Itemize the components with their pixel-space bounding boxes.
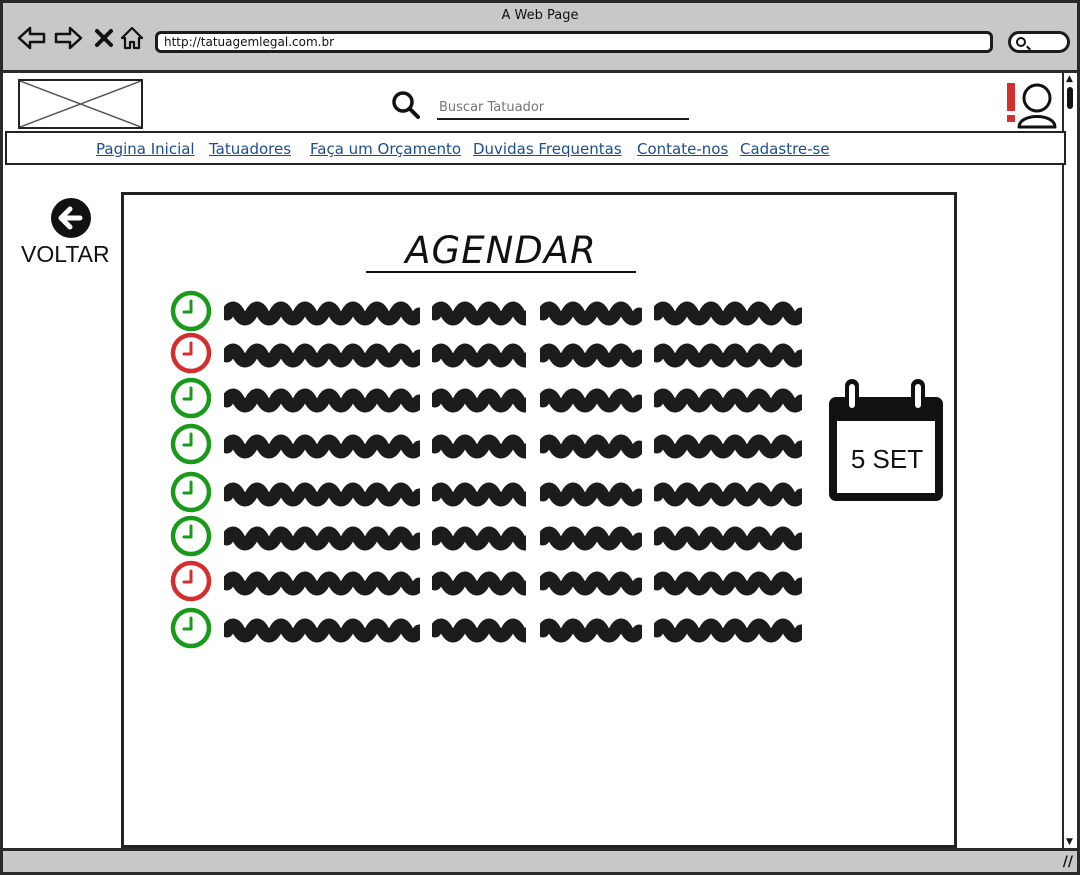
nav-link-contato[interactable]: Contate-nos (637, 140, 728, 158)
slot-detail-placeholder-2 (432, 618, 526, 643)
user-alert-icon[interactable] (1003, 79, 1061, 131)
window-title: A Web Page (501, 8, 579, 23)
slot-detail-placeholder-4 (654, 482, 802, 507)
forward-arrow-icon[interactable] (53, 23, 83, 53)
back-button-label[interactable]: VOLTAR (21, 241, 110, 268)
slot-detail-placeholder-3 (540, 618, 642, 643)
resize-grip-icon[interactable]: // (1063, 854, 1073, 870)
browser-chrome: A Web Page http://tatuagemlegal.com.br (3, 3, 1077, 73)
slot-detail-placeholder-3 (540, 526, 642, 551)
title-underline (366, 271, 636, 273)
time-slot-available[interactable] (168, 471, 808, 515)
slot-detail-placeholder-2 (432, 482, 526, 507)
image-placeholder-icon (19, 80, 142, 128)
slot-detail-placeholder-2 (432, 434, 526, 459)
slot-detail-placeholder-3 (540, 301, 642, 326)
slot-detail-placeholder-3 (540, 434, 642, 459)
slot-detail-placeholder-1 (224, 571, 420, 596)
time-slot-available[interactable] (168, 607, 808, 651)
nav-link-cadastro[interactable]: Cadastre-se (740, 140, 830, 158)
schedule-panel: AGENDAR (121, 192, 957, 848)
slot-detail-placeholder-4 (654, 343, 802, 368)
browser-search-field[interactable] (1008, 31, 1070, 53)
nav-link-pagina-inicial[interactable]: Pagina Inicial (96, 140, 195, 158)
scroll-up-icon[interactable]: ▲ (1066, 75, 1073, 84)
slot-detail-placeholder-4 (654, 571, 802, 596)
slot-detail-placeholder-2 (432, 571, 526, 596)
search-tatuador-input[interactable] (437, 96, 689, 120)
slot-detail-placeholder-1 (224, 434, 420, 459)
time-slot-unavailable[interactable] (168, 332, 808, 376)
main-nav: Pagina Inicial Tatuadores Faça um Orçame… (5, 131, 1066, 165)
nav-link-duvidas[interactable]: Duvidas Frequentas (473, 140, 622, 158)
time-slot-available[interactable] (168, 423, 808, 467)
calendar-date[interactable]: 5 SET (835, 444, 939, 475)
clock-icon (170, 515, 212, 557)
slot-detail-placeholder-1 (224, 301, 420, 326)
slot-detail-placeholder-2 (432, 343, 526, 368)
slot-detail-placeholder-1 (224, 388, 420, 413)
slot-detail-placeholder-4 (654, 618, 802, 643)
slot-detail-placeholder-4 (654, 526, 802, 551)
home-icon[interactable] (117, 23, 147, 53)
nav-link-tatuadores[interactable]: Tatuadores (209, 140, 291, 158)
clock-icon (170, 290, 212, 332)
url-field[interactable]: http://tatuagemlegal.com.br (155, 31, 993, 53)
slot-detail-placeholder-1 (224, 618, 420, 643)
vertical-scrollbar[interactable]: ▲ ▼ (1062, 73, 1077, 849)
slot-detail-placeholder-1 (224, 482, 420, 507)
clock-icon (170, 471, 212, 513)
slot-detail-placeholder-2 (432, 526, 526, 551)
page-title: AGENDAR (405, 229, 597, 272)
slot-detail-placeholder-4 (654, 301, 802, 326)
alert-icon (1007, 83, 1015, 111)
search-icon (1016, 37, 1026, 47)
browser-window: A Web Page http://tatuagemlegal.com.br ▲… (0, 0, 1080, 875)
clock-icon (170, 607, 212, 649)
status-bar: // (3, 848, 1077, 872)
time-slot-unavailable[interactable] (168, 560, 808, 604)
slot-detail-placeholder-4 (654, 434, 802, 459)
slot-detail-placeholder-3 (540, 343, 642, 368)
close-x-icon[interactable] (89, 23, 119, 53)
back-circle-arrow-icon[interactable] (49, 196, 93, 240)
logo-placeholder (18, 79, 143, 129)
scroll-down-icon[interactable]: ▼ (1066, 838, 1073, 847)
slot-detail-placeholder-1 (224, 343, 420, 368)
time-slot-available[interactable] (168, 515, 808, 559)
slot-detail-placeholder-3 (540, 571, 642, 596)
clock-icon (170, 423, 212, 465)
clock-icon (170, 332, 212, 374)
slot-detail-placeholder-4 (654, 388, 802, 413)
slot-detail-placeholder-3 (540, 482, 642, 507)
clock-icon (170, 377, 212, 419)
slot-detail-placeholder-3 (540, 388, 642, 413)
time-slot-available[interactable] (168, 377, 808, 421)
calendar-icon[interactable] (825, 375, 947, 507)
clock-icon (170, 560, 212, 602)
search-icon[interactable] (391, 90, 421, 120)
slot-detail-placeholder-2 (432, 301, 526, 326)
time-slot-available[interactable] (168, 290, 808, 334)
scroll-thumb[interactable] (1067, 87, 1073, 109)
slot-detail-placeholder-2 (432, 388, 526, 413)
nav-link-orcamento[interactable]: Faça um Orçamento (310, 140, 461, 158)
slot-detail-placeholder-1 (224, 526, 420, 551)
back-arrow-icon[interactable] (17, 23, 47, 53)
